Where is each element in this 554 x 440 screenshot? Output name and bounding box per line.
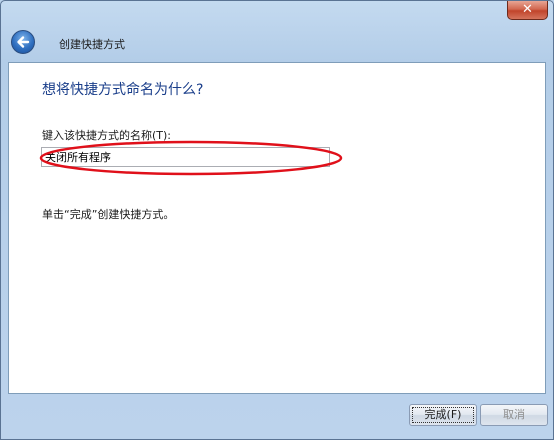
- page-heading: 想将快捷方式命名为什么?: [42, 82, 204, 98]
- close-icon: ✕: [522, 2, 533, 17]
- wizard-content: 想将快捷方式命名为什么? 键入该快捷方式的名称(T): 单击“完成”创建快捷方式…: [8, 62, 546, 394]
- shortcut-name-label: 键入该快捷方式的名称(T):: [42, 129, 172, 142]
- cancel-button[interactable]: 取消: [480, 404, 548, 426]
- close-button[interactable]: ✕: [507, 1, 548, 20]
- wizard-title: 创建快捷方式: [59, 38, 125, 51]
- back-button[interactable]: [11, 30, 35, 54]
- wizard-nav-bar: 创建快捷方式: [7, 27, 547, 59]
- shortcut-name-input[interactable]: [41, 147, 330, 167]
- finish-button[interactable]: 完成(F): [409, 404, 477, 426]
- back-arrow-icon: [17, 36, 30, 48]
- finish-hint-text: 单击“完成”创建快捷方式。: [42, 208, 175, 221]
- wizard-window: ✕ 创建快捷方式 想将快捷方式命名为什么? 键入该快捷方式的名称(T): 单击“…: [0, 0, 554, 440]
